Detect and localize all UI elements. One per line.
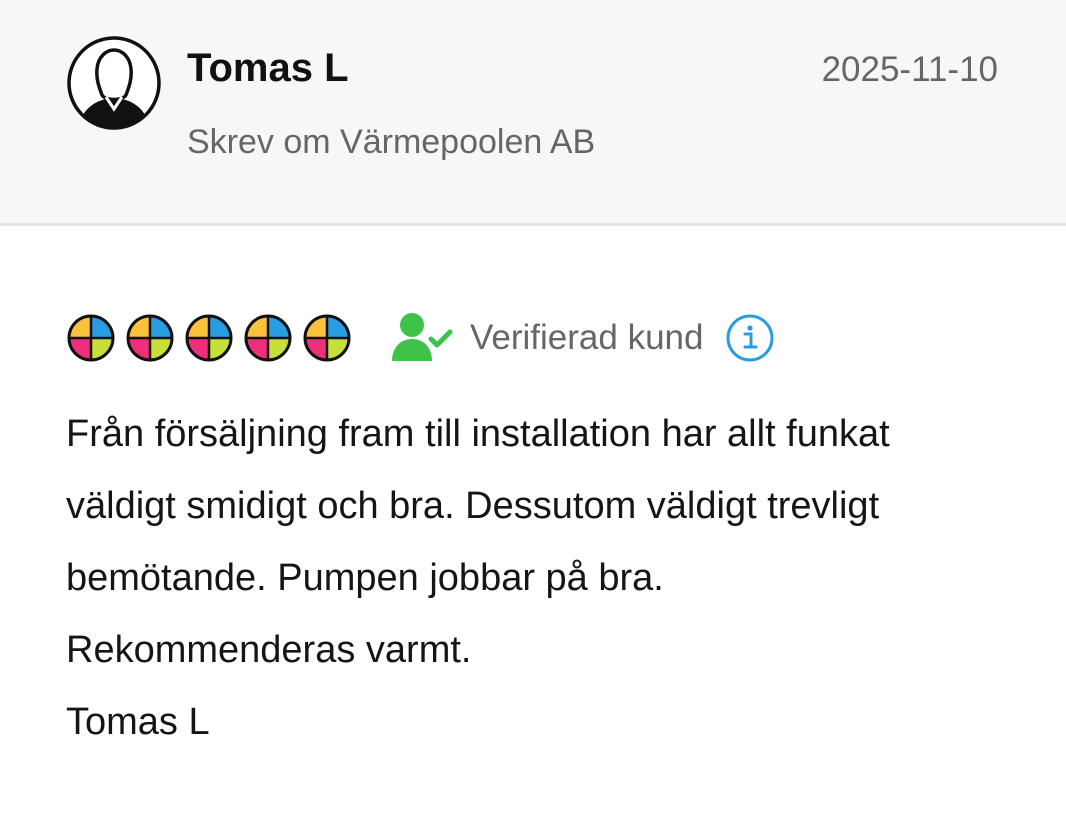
rating-star-icon	[302, 313, 352, 363]
review-line: väldigt smidigt och bra. Dessutom väldig…	[66, 485, 880, 527]
review-date: 2025-11-10	[821, 50, 998, 89]
review-signature: Tomas L	[66, 701, 210, 743]
review-line: Rekommenderas varmt.	[66, 629, 472, 671]
verified-user-icon	[392, 311, 454, 365]
rating-star-icon	[66, 313, 116, 363]
review-text: Från försäljning fram till installation …	[66, 398, 1006, 758]
info-icon[interactable]	[725, 313, 775, 363]
wrote-about-company: Skrev om Värmepoolen AB	[187, 123, 596, 161]
rating-row: Verifierad kund	[66, 308, 775, 368]
reviewer-name: Tomas L	[187, 46, 349, 90]
user-silhouette-icon	[66, 35, 162, 131]
verified-label: Verifierad kund	[470, 318, 704, 357]
review-header: Tomas L 2025-11-10 Skrev om Värmepoolen …	[0, 0, 1066, 226]
rating-star-icon	[125, 313, 175, 363]
rating-star-icon	[184, 313, 234, 363]
verified-badge: Verifierad kund	[392, 311, 775, 365]
review-line: Från försäljning fram till installation …	[66, 413, 890, 455]
review-line: bemötande. Pumpen jobbar på bra.	[66, 557, 664, 599]
review-card: Tomas L 2025-11-10 Skrev om Värmepoolen …	[0, 0, 1066, 827]
rating-star-icon	[243, 313, 293, 363]
rating-stars	[66, 313, 361, 363]
